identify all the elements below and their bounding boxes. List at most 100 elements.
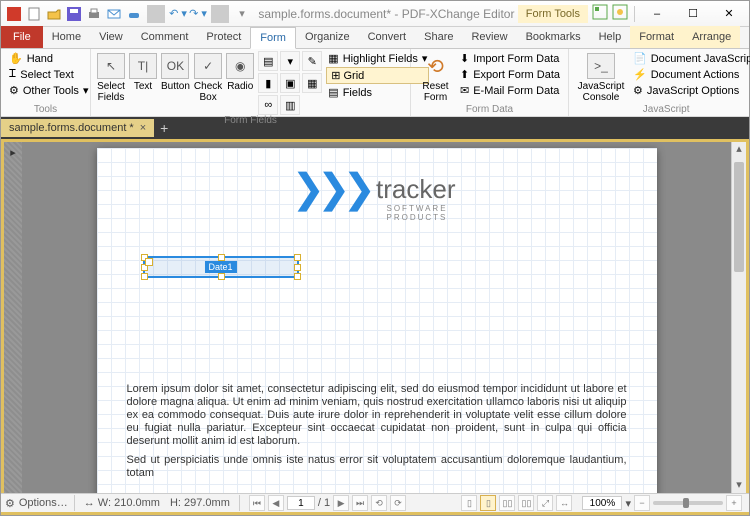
- email-form-data-button[interactable]: ✉E-Mail Form Data: [458, 83, 562, 98]
- tab-arrange[interactable]: Arrange: [683, 26, 740, 48]
- tab-organize[interactable]: Organize: [296, 26, 359, 48]
- reset-form-button[interactable]: ⟲Reset Form: [417, 51, 454, 103]
- tab-home[interactable]: Home: [43, 26, 90, 48]
- scan-icon[interactable]: [125, 5, 143, 23]
- date-form-field[interactable]: Date1: [143, 256, 299, 278]
- zoom-input[interactable]: [582, 496, 622, 510]
- field-label: Date1: [204, 261, 236, 273]
- chevron-down-icon[interactable]: ▾: [625, 497, 631, 510]
- undo-icon[interactable]: ↶ ▾: [169, 5, 187, 23]
- button-field-button[interactable]: OKButton: [161, 51, 190, 92]
- pdf-page: ❯❯❯ tracker SOFTWARE PRODUCTS Date1 Lore…: [97, 148, 657, 493]
- new-icon[interactable]: [25, 5, 43, 23]
- scroll-up-icon[interactable]: ▴: [732, 142, 746, 157]
- save-icon[interactable]: [65, 5, 83, 23]
- page-height: H: 297.0mm: [170, 497, 230, 509]
- tab-view[interactable]: View: [90, 26, 132, 48]
- document-tab[interactable]: sample.forms.document * ×: [1, 119, 154, 137]
- doc-javascript-button[interactable]: 📄Document JavaScript: [631, 51, 750, 66]
- open-icon[interactable]: [45, 5, 63, 23]
- tab-bookmarks[interactable]: Bookmarks: [517, 26, 590, 48]
- group-caption: Form Data: [417, 104, 562, 116]
- date-icon[interactable]: ▦: [302, 73, 322, 93]
- link-icon[interactable]: ∞: [258, 95, 278, 115]
- grid-label: Grid: [344, 70, 365, 82]
- options-gear-icon[interactable]: ⚙: [5, 497, 15, 510]
- title-bar: ↶ ▾ ↷ ▾ ▾ sample.forms.document* - PDF-X…: [1, 1, 749, 27]
- email-icon[interactable]: [105, 5, 123, 23]
- doc-js-label: Document JavaScript: [651, 53, 750, 65]
- next-page-button[interactable]: ▶: [333, 495, 349, 511]
- scroll-down-icon[interactable]: ▾: [732, 478, 746, 493]
- minimize-button[interactable]: –: [641, 4, 673, 24]
- vertical-scrollbar[interactable]: ▴ ▾: [731, 142, 746, 493]
- single-page-icon[interactable]: ▯: [461, 495, 477, 511]
- separator: [147, 5, 165, 23]
- add-tab-button[interactable]: +: [154, 120, 174, 136]
- redo-icon[interactable]: ↷ ▾: [189, 5, 207, 23]
- close-tab-icon[interactable]: ×: [140, 122, 146, 134]
- left-pane-strip: ▸: [4, 142, 22, 493]
- hand-label: Hand: [27, 53, 53, 65]
- logo-mark-icon: ❯❯❯: [292, 166, 369, 212]
- dropdown-icon[interactable]: ▾: [280, 51, 300, 71]
- hand-tool[interactable]: ✋Hand: [7, 51, 90, 66]
- zoom-slider[interactable]: [653, 501, 723, 505]
- scroll-thumb[interactable]: [734, 162, 744, 272]
- ui-toggle-icon[interactable]: [592, 4, 608, 23]
- export-form-data-button[interactable]: ⬆Export Form Data: [458, 67, 562, 82]
- checkbox-field-button[interactable]: ✓Check Box: [194, 51, 222, 103]
- select-text-tool[interactable]: ᏆSelect Text: [7, 67, 90, 82]
- tab-comment[interactable]: Comment: [132, 26, 198, 48]
- print-icon[interactable]: [85, 5, 103, 23]
- tab-help[interactable]: Help: [590, 26, 631, 48]
- next-view-button[interactable]: ⟳: [390, 495, 406, 511]
- prev-page-button[interactable]: ◀: [268, 495, 284, 511]
- signature-icon[interactable]: ✎: [302, 51, 322, 71]
- last-page-button[interactable]: ⏭: [352, 495, 368, 511]
- barcode-icon[interactable]: ▮: [258, 73, 278, 93]
- continuous-icon[interactable]: ▯: [480, 495, 496, 511]
- other-tools-button[interactable]: ⚙Other Tools ▾: [7, 83, 90, 98]
- fit-width-icon[interactable]: ↔: [556, 495, 572, 511]
- js-console-button[interactable]: >_JavaScript Console: [575, 51, 627, 103]
- checkbox-icon: ✓: [194, 53, 222, 79]
- tab-share[interactable]: Share: [415, 26, 462, 48]
- logo-subtitle: SOFTWARE PRODUCTS: [387, 204, 456, 222]
- tab-form[interactable]: Form: [250, 27, 296, 49]
- js-options-button[interactable]: ⚙JavaScript Options: [631, 83, 750, 98]
- two-page-icon[interactable]: ▯▯: [499, 495, 515, 511]
- options-button[interactable]: Options…: [19, 497, 68, 509]
- doc-actions-button[interactable]: ⚡Document Actions: [631, 67, 750, 82]
- zoom-in-button[interactable]: +: [726, 495, 742, 511]
- tab-protect[interactable]: Protect: [197, 26, 250, 48]
- zoom-knob[interactable]: [683, 498, 689, 508]
- bookmarks-panel-icon[interactable]: ▸: [10, 146, 16, 159]
- fields-extra-icon[interactable]: ▥: [280, 95, 300, 115]
- close-button[interactable]: ✕: [713, 4, 745, 24]
- tab-review[interactable]: Review: [462, 26, 516, 48]
- zoom-out-button[interactable]: −: [634, 495, 650, 511]
- page-canvas[interactable]: ❯❯❯ tracker SOFTWARE PRODUCTS Date1 Lore…: [22, 142, 731, 493]
- select-fields-button[interactable]: ↖Select Fields: [97, 51, 125, 103]
- ui-layout-icon[interactable]: [612, 4, 628, 23]
- radio-icon: ◉: [226, 53, 254, 79]
- qat-dropdown-icon[interactable]: ▾: [233, 5, 251, 23]
- prev-view-button[interactable]: ⟲: [371, 495, 387, 511]
- quick-launch-button[interactable]: [746, 30, 750, 48]
- text-field-button[interactable]: T|Text: [129, 51, 157, 92]
- import-icon: ⬇: [460, 52, 469, 65]
- fit-page-icon[interactable]: ⤢: [537, 495, 553, 511]
- radio-field-button[interactable]: ◉Radio: [226, 51, 254, 92]
- tab-convert[interactable]: Convert: [359, 26, 416, 48]
- logo-text: tracker: [376, 174, 455, 205]
- tab-format[interactable]: Format: [630, 26, 683, 48]
- import-form-data-button[interactable]: ⬇Import Form Data: [458, 51, 562, 66]
- first-page-button[interactable]: ⏮: [249, 495, 265, 511]
- two-continuous-icon[interactable]: ▯▯: [518, 495, 534, 511]
- tab-file[interactable]: File: [1, 26, 43, 48]
- page-number-input[interactable]: [287, 496, 315, 510]
- maximize-button[interactable]: ☐: [677, 4, 709, 24]
- image-icon[interactable]: ▣: [280, 73, 300, 93]
- listbox-icon[interactable]: ▤: [258, 51, 278, 71]
